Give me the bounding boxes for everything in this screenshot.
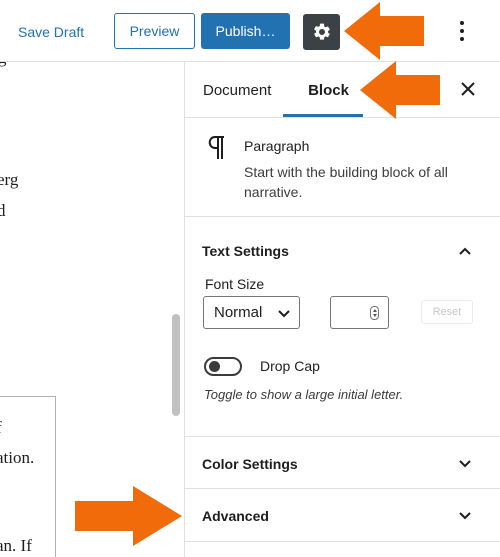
color-settings-toggle[interactable]: Color Settings — [202, 456, 298, 472]
close-icon — [461, 82, 475, 96]
editor-text-fragment: f — [0, 418, 2, 438]
advanced-panel[interactable]: Advanced — [185, 489, 500, 542]
custom-font-size-input[interactable] — [330, 296, 389, 329]
spinner-icon[interactable] — [370, 306, 379, 320]
text-settings-panel: Text Settings Font Size Normal Reset Dro… — [185, 217, 500, 437]
more-options-button[interactable] — [452, 18, 472, 44]
paragraph-icon — [208, 136, 224, 159]
block-card: Paragraph Start with the building block … — [185, 119, 500, 217]
toggle-knob — [209, 361, 220, 372]
editor-text-fragment: ation. — [0, 448, 35, 467]
reset-button[interactable]: Reset — [421, 300, 473, 324]
text-settings-toggle[interactable]: Text Settings — [202, 243, 289, 259]
publish-button[interactable]: Publish… — [201, 13, 290, 49]
drop-cap-label: Drop Cap — [260, 358, 320, 374]
settings-button[interactable] — [303, 14, 340, 50]
drop-cap-help: Toggle to show a large initial letter. — [204, 387, 404, 402]
preview-button[interactable]: Preview — [114, 13, 195, 49]
drop-cap-toggle[interactable] — [204, 357, 242, 376]
font-size-select[interactable]: Normal — [203, 296, 300, 329]
editor-text-fragment: d — [0, 201, 6, 220]
chevron-down-icon[interactable] — [457, 456, 473, 472]
tab-document[interactable]: Document — [203, 62, 271, 118]
sidebar-tabs: Document Block — [185, 62, 500, 118]
annotation-arrow — [344, 2, 424, 60]
settings-sidebar: Document Block Paragraph Start with the … — [185, 62, 500, 557]
active-tab-indicator — [283, 114, 363, 117]
editor-canvas[interactable]: g erg d f ation. an. If — [0, 62, 184, 557]
editor-toolbar: Save Draft Preview Publish… — [0, 0, 500, 62]
font-size-value: Normal — [214, 304, 263, 321]
chevron-down-icon[interactable] — [457, 508, 473, 524]
font-size-label: Font Size — [205, 276, 265, 292]
editor-text-fragment: an. If — [0, 536, 32, 555]
vertical-ellipsis-icon — [460, 21, 464, 25]
tab-block[interactable]: Block — [294, 62, 363, 118]
editor-text-fragment: erg — [0, 170, 19, 189]
close-sidebar-button[interactable] — [458, 76, 478, 102]
chevron-down-icon — [278, 310, 290, 318]
annotation-arrow — [360, 61, 440, 119]
advanced-toggle[interactable]: Advanced — [202, 508, 269, 524]
color-settings-panel[interactable]: Color Settings — [185, 437, 500, 489]
editor-text-fragment: g — [0, 62, 7, 68]
chevron-up-icon[interactable] — [457, 243, 473, 259]
editor-scrollbar[interactable] — [172, 314, 180, 416]
gear-icon — [313, 23, 330, 40]
annotation-arrow — [75, 486, 182, 546]
editor-block[interactable]: f ation. an. If — [0, 396, 56, 557]
block-description: Start with the building block of all nar… — [244, 164, 448, 200]
save-draft-button[interactable]: Save Draft — [18, 24, 84, 40]
block-name: Paragraph — [244, 138, 310, 154]
